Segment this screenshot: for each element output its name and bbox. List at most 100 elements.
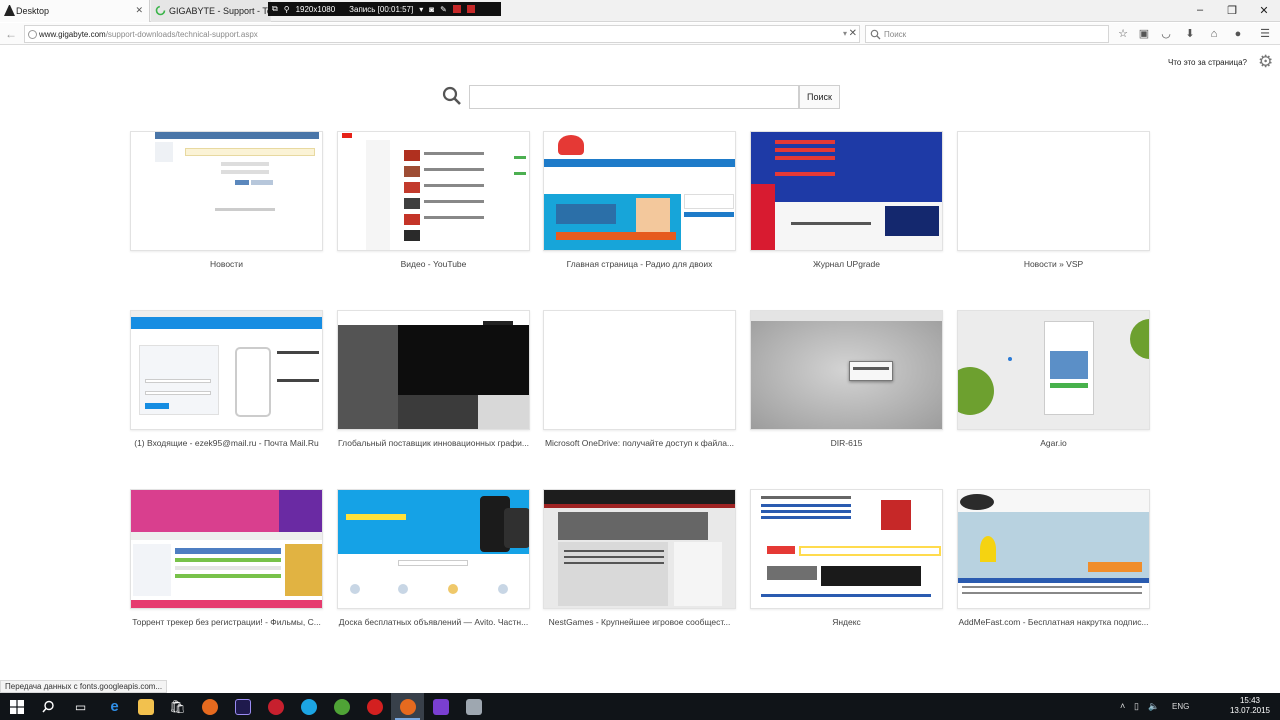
- tray-up-arrow-icon[interactable]: ˄: [1120, 701, 1125, 711]
- stop-icon[interactable]: ✕: [849, 28, 857, 39]
- screen-recorder-bar: ⧉ ⚲ 1920x1080 Запись [00:01:57] ▾ ◙ ✎: [268, 2, 501, 16]
- tile-label: Видео - YouTube: [400, 259, 467, 269]
- thumbnail: [957, 489, 1150, 609]
- taskbar-opera[interactable]: [259, 693, 292, 720]
- tile-label: Microsoft OneDrive: получайте доступ к ф…: [544, 438, 735, 448]
- taskbar-after-effects[interactable]: [226, 693, 259, 720]
- gear-icon[interactable]: ⚙: [1258, 52, 1273, 72]
- taskbar-app-printer[interactable]: [457, 693, 490, 720]
- main-search-button[interactable]: Поиск: [799, 85, 840, 109]
- browser-search-input[interactable]: Поиск: [865, 25, 1109, 43]
- recorder-search-icon[interactable]: ⚲: [284, 5, 290, 14]
- taskbar-firefox-active[interactable]: [391, 693, 424, 720]
- bookmark-star-icon[interactable]: ☆: [1116, 27, 1130, 41]
- taskbar-skype[interactable]: [292, 693, 325, 720]
- tile-avito[interactable]: Доска бесплатных объявлений — Avito. Час…: [337, 489, 530, 627]
- tab-desktop[interactable]: Desktop ✕: [0, 0, 150, 22]
- firefox-icon: [201, 698, 218, 715]
- chat-icon[interactable]: ●: [1231, 27, 1245, 41]
- taskbar-explorer[interactable]: [129, 693, 162, 720]
- taskbar-edge[interactable]: e: [98, 693, 131, 720]
- download-icon[interactable]: ⬇: [1183, 27, 1197, 41]
- firefox-icon: [399, 698, 416, 715]
- tile-nestgames[interactable]: NestGames - Крупнейшее игровое сообщест.…: [543, 489, 736, 627]
- tile-label: NestGames - Крупнейшее игровое сообщест.…: [548, 617, 731, 627]
- url-path: /support-downloads/technical-support.asp…: [105, 29, 258, 39]
- recorder-crop-icon[interactable]: ⧉: [272, 4, 278, 14]
- url-host: www.gigabyte.com: [39, 29, 106, 39]
- tab-strip: Desktop ✕ GIGABYTE - Support - Tec... ⧉ …: [0, 0, 1280, 22]
- main-search-input[interactable]: [469, 85, 799, 109]
- language-indicator[interactable]: ENG: [1172, 702, 1189, 711]
- search-icon: [442, 86, 461, 105]
- restore-icon[interactable]: ❐: [1222, 4, 1242, 17]
- tile-label: AddMeFast.com - Бесплатная накрутка подп…: [958, 617, 1149, 627]
- recorder-dropdown-icon[interactable]: ▾: [419, 5, 423, 14]
- tile-agar[interactable]: Agar.io: [957, 310, 1150, 448]
- search-icon: [42, 700, 54, 713]
- minimize-icon[interactable]: –: [1190, 4, 1210, 16]
- taskbar-store[interactable]: 🛍: [161, 693, 194, 720]
- tile-label: Главная страница - Радио для двоих: [566, 259, 713, 269]
- task-view-icon: ▭: [74, 699, 87, 714]
- task-view-button[interactable]: ▭: [64, 693, 97, 720]
- tile-vsp[interactable]: Новости » VSP: [957, 131, 1150, 269]
- tile-label: Новости » VSP: [1023, 259, 1084, 269]
- printer-icon: [465, 698, 482, 715]
- menu-icon[interactable]: ☰: [1258, 27, 1272, 41]
- address-bar[interactable]: www.gigabyte.com/support-downloads/techn…: [24, 25, 860, 43]
- status-bar: Передача данных с fonts.googleapis.com..…: [0, 680, 168, 693]
- tile-onedrive[interactable]: Microsoft OneDrive: получайте доступ к ф…: [543, 310, 736, 448]
- store-icon: 🛍: [169, 698, 186, 714]
- edge-icon: e: [110, 698, 119, 715]
- taskbar-firefox[interactable]: [193, 693, 226, 720]
- recorder-pause-icon[interactable]: [452, 5, 461, 13]
- tile-vk[interactable]: Новости: [130, 131, 323, 269]
- tile-label: DIR-615: [830, 438, 863, 448]
- clock[interactable]: 15:43 13.07.2015: [1230, 696, 1270, 716]
- back-arrow-icon[interactable]: ←: [5, 27, 19, 41]
- search-placeholder: Поиск: [884, 29, 907, 39]
- close-tab-icon[interactable]: ✕: [135, 5, 143, 16]
- network-icon[interactable]: ▯: [1134, 701, 1139, 712]
- tab-label: GIGABYTE - Support - Tec...: [169, 6, 271, 16]
- recorder-camera-icon[interactable]: ◙: [429, 5, 434, 14]
- tile-dir615[interactable]: DIR-615: [750, 310, 943, 448]
- navigation-toolbar: ← www.gigabyte.com/support-downloads/tec…: [0, 23, 1280, 45]
- system-tray: ˄ ▯ 🔈 ENG 15:43 13.07.2015: [1120, 693, 1280, 720]
- recorder-resolution: 1920x1080: [295, 4, 336, 14]
- start-button[interactable]: [0, 693, 33, 720]
- taskbar-app-purple[interactable]: [424, 693, 457, 720]
- utorrent-icon: [333, 698, 350, 715]
- tile-radio[interactable]: Главная страница - Радио для двоих: [543, 131, 736, 269]
- search-taskbar-button[interactable]: [32, 693, 65, 720]
- volume-icon[interactable]: 🔈: [1148, 701, 1159, 712]
- tile-label: (1) Входящие - ezek95@mail.ru - Почта Ma…: [134, 438, 319, 448]
- recorder-pen-icon[interactable]: ✎: [440, 5, 447, 14]
- thumbnail: [337, 489, 530, 609]
- desktop-tab-icon: [4, 5, 15, 16]
- tile-upgrade[interactable]: Журнал UPgrade: [750, 131, 943, 269]
- clock-date: 13.07.2015: [1229, 706, 1270, 715]
- page-help-link[interactable]: Что это за страница?: [1168, 58, 1247, 67]
- tile-yandex[interactable]: Яндекс: [750, 489, 943, 627]
- tab-gigabyte[interactable]: GIGABYTE - Support - Tec...: [151, 0, 271, 22]
- history-dropdown-icon[interactable]: ▾: [843, 29, 847, 38]
- tile-amd[interactable]: Глобальный поставщик инновационных графи…: [337, 310, 530, 448]
- clipboard-icon[interactable]: ▣: [1137, 27, 1151, 41]
- recorder-stop-icon[interactable]: [466, 5, 475, 13]
- close-window-icon[interactable]: ✕: [1254, 4, 1274, 17]
- windows-logo-icon: [9, 699, 24, 714]
- globe-icon: [28, 30, 37, 39]
- windows-taskbar: ▭ e 🛍 ˄ ▯ 🔈 ENG 15:43 13.07.2015: [0, 693, 1280, 720]
- tile-youtube[interactable]: Видео - YouTube: [337, 131, 530, 269]
- after-effects-icon: [234, 698, 251, 715]
- taskbar-utorrent[interactable]: [325, 693, 358, 720]
- taskbar-recorder[interactable]: [358, 693, 391, 720]
- tile-mailru[interactable]: (1) Входящие - ezek95@mail.ru - Почта Ma…: [130, 310, 323, 448]
- pocket-icon[interactable]: ◡: [1159, 27, 1173, 41]
- home-icon[interactable]: ⌂: [1207, 27, 1221, 41]
- tile-torrent[interactable]: Торрент трекер без регистрации! - Фильмы…: [130, 489, 323, 627]
- tile-addmefast[interactable]: AddMeFast.com - Бесплатная накрутка подп…: [957, 489, 1150, 627]
- thumbnail: [130, 310, 323, 430]
